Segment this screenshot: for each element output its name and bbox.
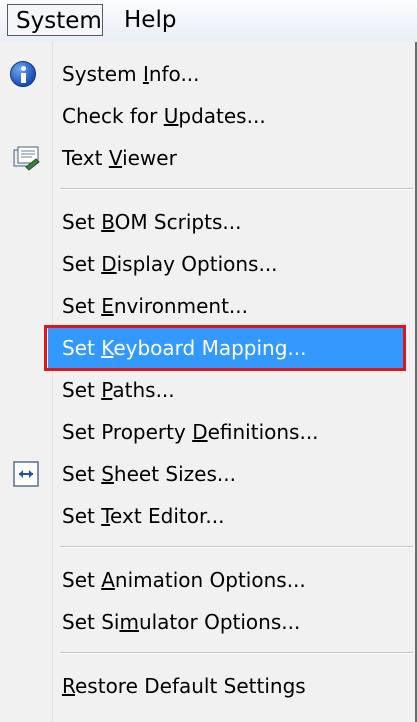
menu-separator — [60, 188, 413, 190]
menu-item-set-keyboard-mapping[interactable]: Set Keyboard Mapping... — [0, 325, 413, 371]
menu-item-restore-default-settings[interactable]: Restore Default Settings — [0, 666, 413, 706]
menu-item-label: Set Environment... — [62, 294, 248, 318]
menu-system-label: System — [16, 8, 102, 34]
menu-item-label: Set Text Editor... — [62, 504, 225, 528]
menu-item-set-property-definitions[interactable]: Set Property Definitions... — [0, 412, 413, 452]
menu-separator — [60, 652, 413, 654]
menu-help-label: Help — [124, 7, 177, 33]
menu-item-set-environment[interactable]: Set Environment... — [0, 286, 413, 326]
menu-item-check-for-updates[interactable]: Check for Updates... — [0, 96, 413, 136]
menu-item-set-bom-scripts[interactable]: Set BOM Scripts... — [0, 202, 413, 242]
menu-item-set-paths[interactable]: Set Paths... — [0, 370, 413, 410]
system-dropdown-menu: System Info... Check for Updates... Text… — [0, 42, 417, 722]
menu-item-label: Check for Updates... — [62, 104, 266, 128]
menu-item-label: System Info... — [62, 62, 200, 86]
menu-item-label: Set Simulator Options... — [62, 610, 301, 634]
menu-item-label: Text Viewer — [62, 146, 177, 170]
menu-item-label: Set Display Options... — [62, 252, 278, 276]
menu-item-label: Set Animation Options... — [62, 568, 306, 592]
menu-item-label: Set Property Definitions... — [62, 420, 319, 444]
menu-item-system-info[interactable]: System Info... — [0, 54, 413, 94]
menu-system[interactable]: System — [7, 4, 103, 36]
menu-item-set-sheet-sizes[interactable]: Set Sheet Sizes... — [0, 454, 413, 494]
menu-item-set-animation-options[interactable]: Set Animation Options... — [0, 560, 413, 600]
sheet-size-icon — [12, 460, 40, 488]
menu-separator — [60, 546, 413, 548]
menu-item-label: Set Keyboard Mapping... — [62, 336, 307, 360]
menu-item-label: Set Paths... — [62, 378, 175, 402]
menu-item-set-simulator-options[interactable]: Set Simulator Options... — [0, 602, 413, 642]
menu-item-label: Set BOM Scripts... — [62, 210, 242, 234]
menu-help[interactable]: Help — [118, 4, 176, 36]
menu-bar: System Help — [0, 0, 417, 42]
menu-item-label: Set Sheet Sizes... — [62, 462, 236, 486]
menu-item-set-display-options[interactable]: Set Display Options... — [0, 244, 413, 284]
info-icon — [10, 61, 36, 87]
menu-item-text-viewer[interactable]: Text Viewer — [0, 138, 413, 178]
text-viewer-icon — [12, 145, 42, 171]
menu-item-set-text-editor[interactable]: Set Text Editor... — [0, 496, 413, 536]
menu-item-label: Restore Default Settings — [62, 674, 306, 698]
